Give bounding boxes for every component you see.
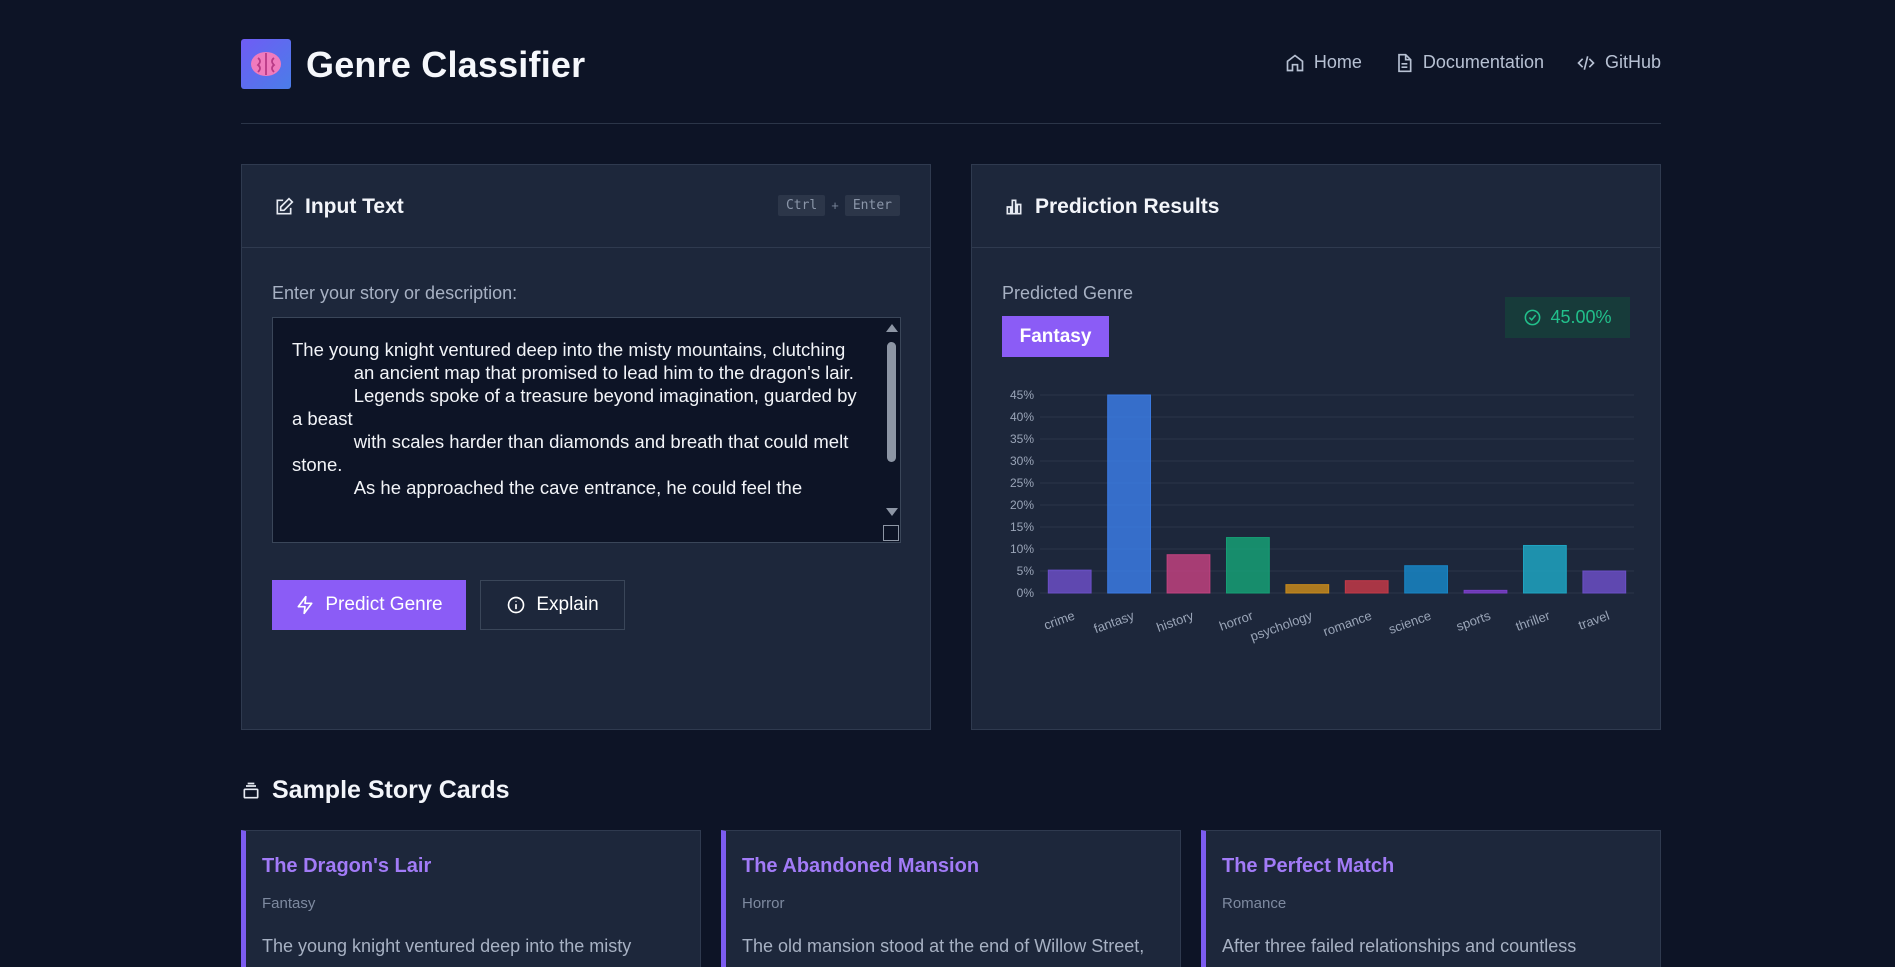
card-title: The Abandoned Mansion [742, 855, 980, 877]
input-panel-title: Input Text [274, 195, 404, 219]
x-tick-label: fantasy [1092, 608, 1137, 637]
x-tick-label: psychology [1248, 608, 1315, 645]
nav-documentation-label: Documentation [1422, 52, 1544, 72]
confidence-value: 45.00% [1550, 307, 1612, 327]
brain-icon [241, 39, 291, 89]
stack-icon [243, 782, 259, 798]
check-circle-icon [1525, 309, 1541, 326]
explain-button[interactable]: Explain [480, 580, 625, 630]
info-icon [507, 596, 525, 614]
keyboard-shortcut: Ctrl + Enter [777, 195, 900, 216]
scroll-thumb[interactable] [887, 342, 896, 462]
app-title: Genre Classifier [306, 44, 586, 85]
card-title: The Perfect Match [1222, 855, 1395, 877]
card-genre: Horror [742, 895, 785, 912]
y-tick-label: 10% [1010, 542, 1034, 556]
scroll-up-arrow[interactable] [886, 324, 898, 332]
x-tick-label: history [1154, 608, 1196, 635]
sample-card-perfect-match[interactable]: The Perfect Match Romance After three fa… [1201, 830, 1661, 967]
x-tick-label: romance [1321, 608, 1374, 639]
resize-handle[interactable] [883, 525, 899, 541]
nav-github[interactable]: GitHub [1576, 52, 1661, 73]
y-tick-label: 40% [1010, 410, 1034, 424]
document-icon [1398, 53, 1412, 72]
bar-science [1404, 565, 1448, 594]
results-panel: Prediction Results Predicted Genre Fanta… [971, 164, 1661, 730]
home-icon [1286, 53, 1304, 71]
results-panel-title: Prediction Results [1004, 195, 1219, 219]
explain-label: Explain [536, 594, 599, 615]
textarea-scrollbar[interactable] [882, 318, 900, 542]
bar-fantasy [1107, 394, 1151, 594]
nav-home-label: Home [1313, 52, 1362, 72]
input-panel-title-text: Input Text [305, 195, 404, 218]
y-tick-label: 35% [1010, 432, 1034, 446]
card-genre: Romance [1222, 895, 1287, 912]
y-tick-label: 25% [1010, 476, 1034, 490]
edit-icon [276, 197, 294, 215]
story-textarea-value[interactable]: The young knight ventured deep into the … [292, 338, 870, 499]
bar-history [1166, 554, 1211, 594]
scroll-down-arrow[interactable] [886, 508, 898, 516]
samples-title: Sample Story Cards [241, 776, 510, 805]
y-tick-label: 5% [1017, 564, 1035, 578]
predicted-genre-badge: Fantasy [1002, 316, 1109, 357]
x-tick-label: crime [1042, 608, 1077, 633]
input-panel: Input Text Ctrl + Enter Enter your story… [241, 164, 931, 730]
x-tick-label: thriller [1514, 607, 1553, 633]
predicted-genre-label: Predicted Genre [1002, 283, 1134, 303]
card-title: The Dragon's Lair [262, 855, 432, 877]
input-panel-header: Input Text Ctrl + Enter [242, 165, 930, 248]
predict-genre-button[interactable]: Predict Genre [272, 580, 466, 630]
bar-crime [1047, 569, 1092, 594]
predict-genre-label: Predict Genre [325, 594, 443, 615]
kbd-enter: Enter [844, 195, 900, 216]
kbd-plus: + [831, 198, 839, 213]
bar-sports [1463, 589, 1508, 594]
bar-psychology [1285, 584, 1330, 594]
y-tick-label: 15% [1010, 520, 1034, 534]
y-tick-label: 45% [1010, 388, 1034, 402]
x-tick-label: sports [1454, 608, 1493, 634]
top-nav: Home Documentation GitHub [1285, 52, 1661, 73]
samples-title-text: Sample Story Cards [272, 776, 510, 804]
card-text: The young knight ventured deep into the … [262, 936, 632, 956]
nav-github-label: GitHub [1604, 52, 1661, 72]
y-tick-label: 0% [1017, 586, 1035, 600]
card-text: After three failed relationships and cou… [1222, 936, 1577, 956]
x-tick-label: science [1387, 608, 1434, 637]
story-textarea[interactable]: The young knight ventured deep into the … [272, 317, 901, 543]
code-icon [1577, 55, 1595, 70]
x-tick-label: travel [1576, 608, 1611, 633]
results-panel-header: Prediction Results [972, 165, 1660, 248]
bar-romance [1344, 580, 1389, 594]
sample-card-dragon[interactable]: The Dragon's Lair Fantasy The young knig… [241, 830, 701, 967]
app-header: Genre Classifier Home Documentation GitH… [241, 0, 1661, 124]
nav-home[interactable]: Home [1285, 52, 1362, 73]
story-field-label: Enter your story or description: [272, 283, 518, 303]
nav-documentation[interactable]: Documentation [1394, 52, 1544, 73]
bar-chart-icon [1006, 199, 1022, 215]
results-panel-title-text: Prediction Results [1035, 195, 1220, 218]
confidence-badge: 45.00% [1505, 297, 1630, 338]
y-tick-label: 20% [1010, 498, 1034, 512]
bar-horror [1226, 537, 1270, 594]
kbd-ctrl: Ctrl [777, 195, 826, 216]
genre-probability-chart: 0% 5% 10% 15% 20% 25% 30% 35% 40% 45% crime fantasy… [1010, 388, 1634, 645]
card-genre: Fantasy [262, 895, 316, 912]
bar-travel [1582, 570, 1627, 594]
y-tick-label: 30% [1010, 454, 1034, 468]
card-text: The old mansion stood at the end of Will… [742, 936, 1145, 956]
sample-card-mansion[interactable]: The Abandoned Mansion Horror The old man… [721, 830, 1181, 967]
lightning-icon [297, 595, 313, 615]
bar-thriller [1523, 544, 1567, 594]
